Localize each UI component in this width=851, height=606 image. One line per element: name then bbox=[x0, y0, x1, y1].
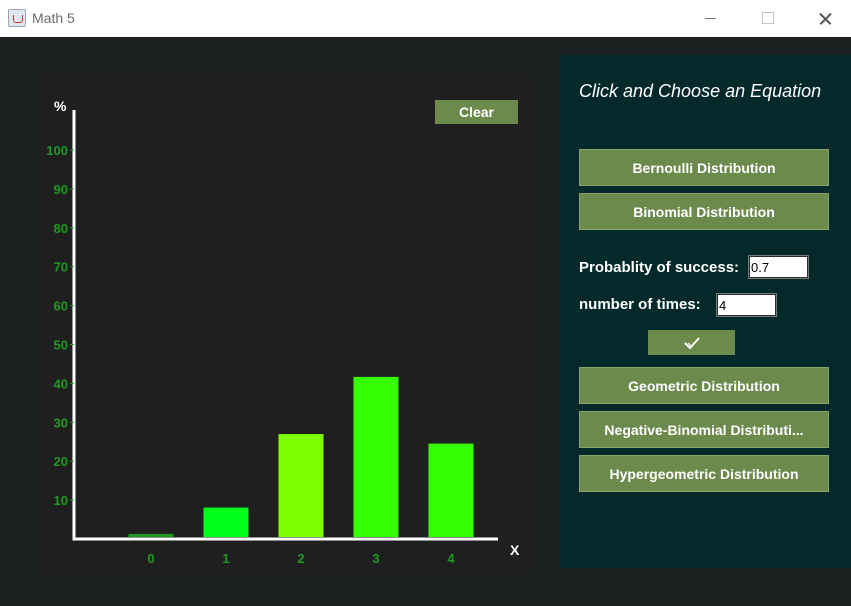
clear-button[interactable]: Clear bbox=[435, 100, 518, 124]
close-button[interactable] bbox=[796, 0, 851, 37]
x-tick-label: 2 bbox=[297, 551, 304, 566]
maximize-button[interactable] bbox=[738, 0, 796, 37]
y-tick-label: 60 bbox=[54, 299, 68, 314]
x-axis-title: X bbox=[510, 542, 520, 558]
java-app-icon bbox=[8, 9, 26, 27]
times-label: number of times: bbox=[579, 296, 701, 313]
title-bar: Math 5 bbox=[0, 0, 851, 37]
y-tick-label: 70 bbox=[54, 260, 68, 275]
y-tick-label: 50 bbox=[54, 338, 68, 353]
y-tick-label: 80 bbox=[54, 221, 68, 236]
y-tick-label: 40 bbox=[54, 376, 68, 391]
bar-4 bbox=[428, 443, 474, 537]
bernoulli-button[interactable]: Bernoulli Distribution bbox=[579, 149, 829, 186]
window-title: Math 5 bbox=[32, 10, 75, 26]
x-tick-label: 4 bbox=[447, 551, 455, 566]
times-input[interactable] bbox=[716, 293, 777, 317]
x-tick-label: 0 bbox=[147, 551, 154, 566]
panel-heading: Click and Choose an Equation bbox=[579, 81, 822, 101]
bar-3 bbox=[353, 376, 399, 537]
hypergeometric-button[interactable]: Hypergeometric Distribution bbox=[579, 455, 829, 492]
bar-1 bbox=[203, 507, 249, 537]
binomial-button[interactable]: Binomial Distribution bbox=[579, 193, 829, 230]
probability-input[interactable] bbox=[748, 255, 809, 279]
negative-binomial-button[interactable]: Negative-Binomial Distributi... bbox=[579, 411, 829, 448]
bar-0 bbox=[128, 533, 174, 537]
probability-label: Probablity of success: bbox=[579, 259, 740, 276]
bar-chart: % X 10 20 30 40 50 60 70 80 90 100 0 1 2 3 4 bbox=[46, 98, 520, 566]
y-axis-title: % bbox=[54, 98, 67, 114]
confirm-button[interactable] bbox=[648, 330, 735, 355]
y-tick-label: 10 bbox=[54, 493, 68, 508]
x-tick-label: 1 bbox=[222, 551, 229, 566]
x-tick-label: 3 bbox=[372, 551, 379, 566]
chart-panel: % X 10 20 30 40 50 60 70 80 90 100 0 1 2 3 4 Clear bbox=[36, 74, 534, 573]
equation-panel: Click and Choose an Equation Bernoulli D… bbox=[560, 55, 851, 568]
y-tick-label: 30 bbox=[54, 415, 68, 430]
y-tick-label: 90 bbox=[54, 182, 68, 197]
checkmark-icon bbox=[683, 336, 700, 349]
minimize-button[interactable] bbox=[681, 0, 739, 37]
bar-2 bbox=[278, 434, 324, 537]
y-tick-label: 20 bbox=[54, 454, 68, 469]
geometric-button[interactable]: Geometric Distribution bbox=[579, 367, 829, 404]
y-tick-label: 100 bbox=[46, 143, 68, 158]
